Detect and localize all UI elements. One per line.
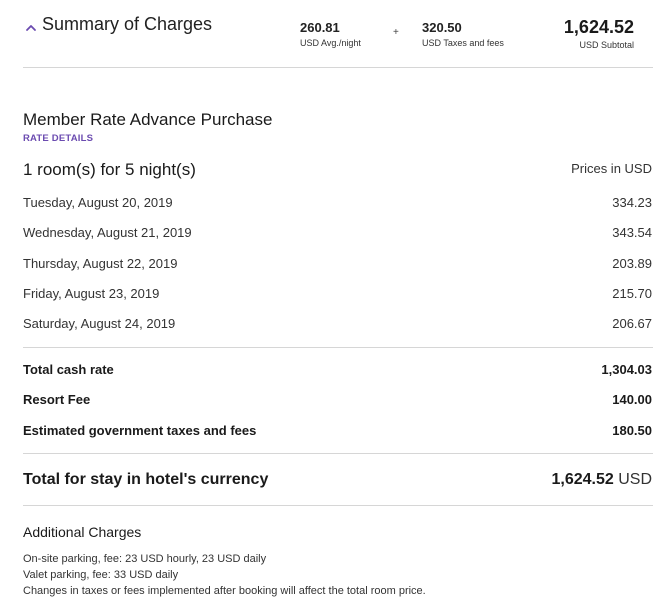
night-price: 215.70 xyxy=(612,286,652,301)
summary-of-charges-header[interactable]: Summary of Charges 260.81 USD Avg./night… xyxy=(23,0,653,68)
fee-value: 1,304.03 xyxy=(601,362,652,377)
summary-title: Summary of Charges xyxy=(42,14,213,34)
avg-night-metric: 260.81 USD Avg./night xyxy=(300,20,361,49)
night-price: 203.89 xyxy=(612,256,652,271)
total-value: 1,624.52 xyxy=(551,471,614,488)
rate-name: Member Rate Advance Purchase xyxy=(23,110,273,129)
additional-charge-line: Changes in taxes or fees implemented aft… xyxy=(23,585,426,597)
prices-currency-note: Prices in USD xyxy=(571,161,652,176)
chevron-up-icon[interactable] xyxy=(25,24,37,32)
section-divider xyxy=(23,505,653,506)
fee-label: Total cash rate xyxy=(23,362,114,377)
night-row: Wednesday, August 21, 2019 343.54 xyxy=(23,225,652,243)
additional-charges-title: Additional Charges xyxy=(23,524,142,540)
section-divider xyxy=(23,453,653,454)
fee-label: Estimated government taxes and fees xyxy=(23,423,257,438)
night-date: Wednesday, August 21, 2019 xyxy=(23,225,192,240)
night-date: Thursday, August 22, 2019 xyxy=(23,256,178,271)
section-divider xyxy=(23,347,653,348)
night-row: Tuesday, August 20, 2019 334.23 xyxy=(23,195,652,213)
total-for-stay-row: Total for stay in hotel's currency 1,624… xyxy=(23,471,652,493)
subtotal-value: 1,624.52 xyxy=(563,17,634,37)
fee-row-resort-fee: Resort Fee 140.00 xyxy=(23,392,652,410)
night-row: Friday, August 23, 2019 215.70 xyxy=(23,286,652,304)
night-row: Saturday, August 24, 2019 206.67 xyxy=(23,316,652,334)
total-currency: USD xyxy=(618,471,652,488)
fee-row-government-taxes: Estimated government taxes and fees 180.… xyxy=(23,423,652,441)
night-date: Saturday, August 24, 2019 xyxy=(23,316,176,331)
fee-value: 140.00 xyxy=(612,392,652,407)
night-date: Friday, August 23, 2019 xyxy=(23,286,160,301)
night-price: 343.54 xyxy=(612,225,652,240)
total-label: Total for stay in hotel's currency xyxy=(23,471,269,488)
fee-value: 180.50 xyxy=(612,423,652,438)
taxes-value: 320.50 xyxy=(422,20,462,35)
rooms-nights: 1 room(s) for 5 night(s) xyxy=(23,160,196,179)
subtotal-label: USD Subtotal xyxy=(579,40,634,50)
night-price: 206.67 xyxy=(612,316,652,331)
night-row: Thursday, August 22, 2019 203.89 xyxy=(23,256,652,274)
night-price: 334.23 xyxy=(612,195,652,210)
fee-label: Resort Fee xyxy=(23,392,91,407)
taxes-label: USD Taxes and fees xyxy=(422,38,504,48)
plus-sign: + xyxy=(393,27,399,38)
avg-night-label: USD Avg./night xyxy=(300,38,361,48)
avg-night-value: 260.81 xyxy=(300,20,340,35)
additional-charge-line: Valet parking, fee: 33 USD daily xyxy=(23,569,179,581)
total-amount: 1,624.52 USD xyxy=(551,471,652,489)
rate-details-link[interactable]: RATE DETAILS xyxy=(23,133,93,144)
taxes-metric: 320.50 USD Taxes and fees xyxy=(422,20,504,49)
fee-row-total-cash-rate: Total cash rate 1,304.03 xyxy=(23,362,652,380)
subtotal-metric: 1,624.52 USD Subtotal xyxy=(564,16,634,51)
night-date: Tuesday, August 20, 2019 xyxy=(23,195,173,210)
additional-charge-line: On-site parking, fee: 23 USD hourly, 23 … xyxy=(23,553,267,565)
